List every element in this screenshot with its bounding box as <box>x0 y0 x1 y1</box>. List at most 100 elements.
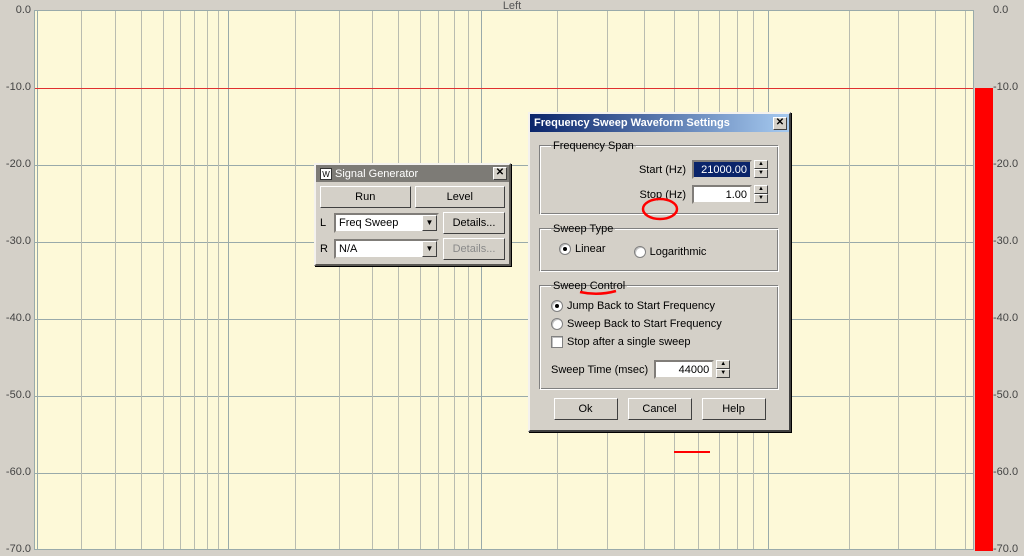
right-waveform-select[interactable]: N/A ▼ <box>334 239 439 259</box>
sweep-control-group: Sweep Control Jump Back to Start Frequen… <box>540 280 779 390</box>
sweep-type-logarithmic-radio[interactable]: Logarithmic <box>634 243 707 261</box>
dialog-title: Frequency Sweep Waveform Settings <box>534 117 730 129</box>
chevron-down-icon: ▼ <box>422 215 437 231</box>
gridline-v <box>339 11 340 549</box>
help-button[interactable]: Help <box>702 398 766 420</box>
stop-after-checkbox[interactable]: Stop after a single sweep <box>551 336 768 348</box>
spin-up-icon[interactable]: ▲ <box>716 360 730 369</box>
jump-back-label: Jump Back to Start Frequency <box>567 300 715 312</box>
stop-hz-label: Stop (Hz) <box>640 189 686 201</box>
y-tick: -70.0 <box>6 543 31 555</box>
close-icon[interactable]: ✕ <box>493 167 507 180</box>
dialog-titlebar[interactable]: Frequency Sweep Waveform Settings ✕ <box>530 114 789 132</box>
gridline-h <box>35 473 973 474</box>
y-axis-right: 0.0 -10.0 -20.0 -30.0 -40.0 -50.0 -60.0 … <box>991 0 1024 556</box>
sweep-type-linear-radio[interactable]: Linear <box>559 243 606 255</box>
sweep-back-label: Sweep Back to Start Frequency <box>567 318 722 330</box>
sweep-type-linear-label: Linear <box>575 243 606 255</box>
left-details-button[interactable]: Details... <box>443 212 505 234</box>
gridline-v <box>398 11 399 549</box>
y-tick: 0.0 <box>993 4 1008 16</box>
gridline-v <box>420 11 421 549</box>
sweep-type-legend: Sweep Type <box>551 223 615 235</box>
y-tick: -10.0 <box>6 81 31 93</box>
plot-area <box>34 10 974 550</box>
signal-generator-window[interactable]: W Signal Generator ✕ Run Level L Freq Sw… <box>314 163 511 266</box>
run-button[interactable]: Run <box>320 186 411 208</box>
gridline-v <box>965 11 966 549</box>
gridline-h <box>35 396 973 397</box>
gridline-h <box>35 319 973 320</box>
sweep-back-radio[interactable]: Sweep Back to Start Frequency <box>551 318 768 330</box>
gridline-v <box>115 11 116 549</box>
signal-generator-titlebar[interactable]: W Signal Generator ✕ <box>316 165 509 182</box>
signal-generator-icon: W <box>320 168 332 180</box>
sweep-type-logarithmic-label: Logarithmic <box>650 246 707 258</box>
level-meter <box>975 88 993 551</box>
sweep-time-input[interactable] <box>654 360 714 379</box>
gridline-v <box>468 11 469 549</box>
gridline-v <box>218 11 219 549</box>
spin-down-icon[interactable]: ▼ <box>754 169 768 178</box>
gridline-v <box>898 11 899 549</box>
chart-area: Left 0.0 -10.0 -20.0 -30.0 -40.0 -50.0 -… <box>0 0 1024 556</box>
cancel-button[interactable]: Cancel <box>628 398 692 420</box>
frequency-span-legend: Frequency Span <box>551 140 636 152</box>
gridline-v <box>141 11 142 549</box>
stop-after-label: Stop after a single sweep <box>567 336 691 348</box>
left-channel-label: L <box>320 217 330 229</box>
radio-icon <box>559 243 571 255</box>
y-tick: -70.0 <box>993 543 1018 555</box>
y-tick: 0.0 <box>16 4 31 16</box>
radio-icon <box>551 300 563 312</box>
left-waveform-select[interactable]: Freq Sweep ▼ <box>334 213 439 233</box>
gridline-v <box>454 11 455 549</box>
sweep-time-label: Sweep Time (msec) <box>551 364 648 376</box>
gridline-v <box>372 11 373 549</box>
y-tick: -50.0 <box>6 389 31 401</box>
y-tick: -30.0 <box>6 235 31 247</box>
sweep-control-legend: Sweep Control <box>551 280 627 292</box>
spin-up-icon[interactable]: ▲ <box>754 160 768 169</box>
gridline-v <box>81 11 82 549</box>
y-tick: -40.0 <box>993 312 1018 324</box>
y-tick: -30.0 <box>993 235 1018 247</box>
start-hz-input[interactable] <box>692 160 752 179</box>
spin-up-icon[interactable]: ▲ <box>754 185 768 194</box>
gridline-v <box>180 11 181 549</box>
gridline-v <box>228 11 229 549</box>
right-waveform-value: N/A <box>339 243 422 255</box>
stop-hz-input[interactable] <box>692 185 752 204</box>
jump-back-radio[interactable]: Jump Back to Start Frequency <box>551 300 768 312</box>
close-icon[interactable]: ✕ <box>773 117 787 130</box>
gridline-v <box>163 11 164 549</box>
y-tick: -60.0 <box>993 466 1018 478</box>
spin-down-icon[interactable]: ▼ <box>754 194 768 203</box>
y-tick: -50.0 <box>993 389 1018 401</box>
gridline-v <box>481 11 482 549</box>
y-tick: -20.0 <box>993 158 1018 170</box>
gridline-v <box>207 11 208 549</box>
radio-icon <box>551 318 563 330</box>
sweep-type-group: Sweep Type Linear Logarithmic <box>540 223 779 272</box>
radio-icon <box>634 246 646 258</box>
level-button[interactable]: Level <box>415 186 506 208</box>
gridline-v <box>438 11 439 549</box>
y-tick: -60.0 <box>6 466 31 478</box>
right-channel-label: R <box>320 243 330 255</box>
gridline-v <box>849 11 850 549</box>
checkbox-icon <box>551 336 563 348</box>
frequency-span-group: Frequency Span Start (Hz) ▲ ▼ Stop (Hz) … <box>540 140 779 215</box>
right-details-button: Details... <box>443 238 505 260</box>
y-tick: -20.0 <box>6 158 31 170</box>
y-tick: -40.0 <box>6 312 31 324</box>
chevron-down-icon: ▼ <box>422 241 437 257</box>
ok-button[interactable]: Ok <box>554 398 618 420</box>
signal-generator-title: Signal Generator <box>335 168 418 180</box>
y-tick: -10.0 <box>993 81 1018 93</box>
left-waveform-value: Freq Sweep <box>339 217 422 229</box>
y-axis-left: 0.0 -10.0 -20.0 -30.0 -40.0 -50.0 -60.0 … <box>0 0 33 556</box>
frequency-sweep-settings-dialog[interactable]: Frequency Sweep Waveform Settings ✕ Freq… <box>528 112 791 432</box>
start-hz-label: Start (Hz) <box>639 164 686 176</box>
spin-down-icon[interactable]: ▼ <box>716 369 730 378</box>
